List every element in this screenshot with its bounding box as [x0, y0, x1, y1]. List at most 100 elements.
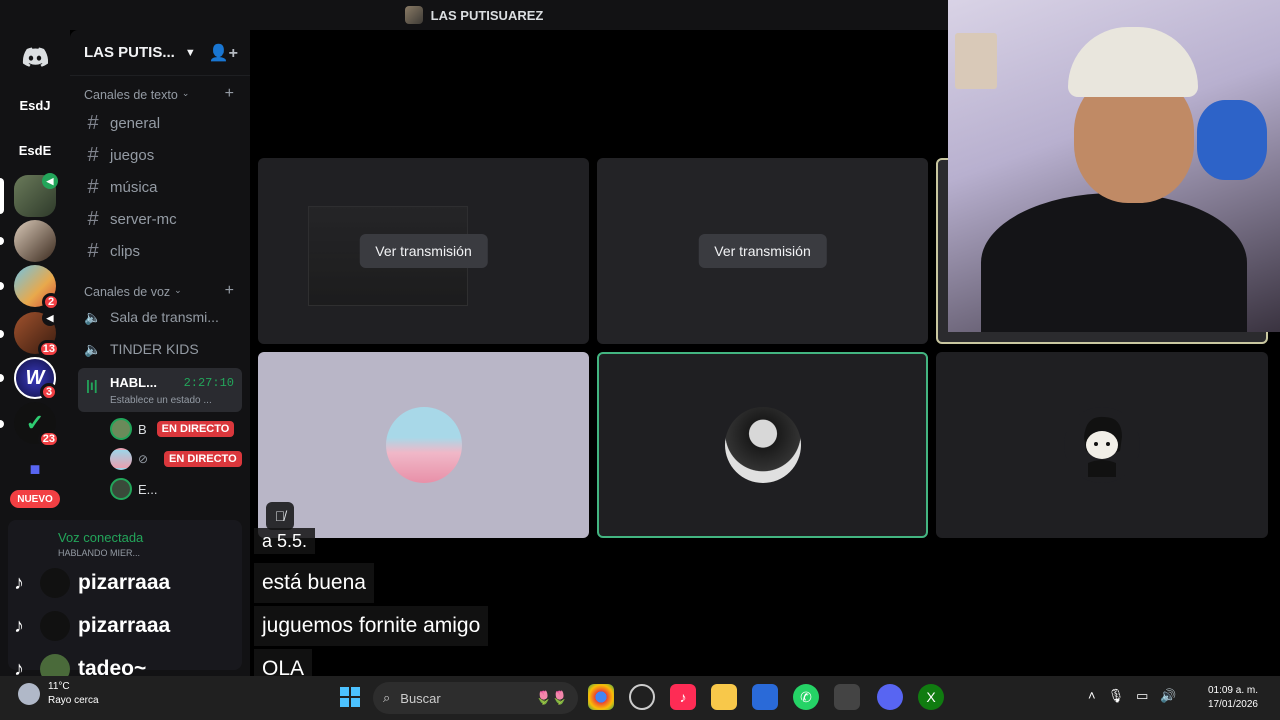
weather-desc: Rayo cerca — [48, 695, 99, 706]
watch-stream-button[interactable]: Ver transmisión — [359, 234, 488, 268]
streamer-cap — [1067, 26, 1198, 97]
plush-toy — [1196, 99, 1267, 180]
streamer-body — [981, 192, 1247, 332]
discord-taskbar-icon[interactable] — [877, 684, 903, 710]
whatsapp-icon[interactable]: ✆ — [793, 684, 819, 710]
unread-pill — [0, 374, 4, 382]
server-esde[interactable]: EsdE — [14, 129, 56, 171]
avatar — [110, 478, 132, 500]
hash-icon: # — [87, 240, 99, 262]
channel-server-mc[interactable]: # server-mc — [84, 208, 176, 231]
channel-label: general — [110, 115, 161, 132]
hash-icon: # — [87, 144, 99, 166]
store-icon[interactable] — [752, 684, 778, 710]
voice-user-name: E... — [138, 481, 158, 497]
network-icon[interactable]: ▭ — [1136, 688, 1148, 704]
tiktok-app-icon[interactable]: ♪ — [670, 684, 696, 710]
weather-icon — [18, 683, 40, 705]
snipping-icon[interactable] — [834, 684, 860, 710]
chat-username: pizarraaa — [78, 571, 171, 594]
category-label: Canales de voz — [84, 285, 171, 299]
mention-badge: 3 — [40, 383, 58, 401]
webcam-overlay — [948, 0, 1280, 332]
new-badge: NUEVO — [10, 490, 60, 508]
active-server-pill — [0, 178, 4, 214]
channel-general[interactable]: # general — [84, 112, 160, 135]
taskbar-search[interactable]: ⌕ Buscar 🌷🌷 — [373, 682, 578, 714]
server-icon-5[interactable]: W3 — [14, 357, 58, 401]
category-label: Canales de texto — [84, 88, 178, 102]
server-esdj[interactable]: EsdJ — [14, 84, 56, 126]
stream-tile-1[interactable]: Ver transmisión — [258, 158, 589, 344]
server-icon — [404, 6, 423, 24]
channel-musica[interactable]: # música — [84, 176, 157, 199]
microphone-icon[interactable]: 🎙 — [1108, 688, 1125, 704]
speaker-icon: 🔈 — [84, 309, 102, 325]
chevron-down-icon: ⌄ — [174, 285, 182, 295]
server-icon-6[interactable]: ✓ 23 — [14, 402, 60, 448]
xbox-icon[interactable]: X — [918, 684, 944, 710]
search-icon: ⌕ — [383, 690, 391, 705]
discord-home-icon[interactable] — [14, 36, 56, 78]
add-member-icon[interactable]: 👤+ — [209, 43, 238, 63]
chevron-down-icon: ▼ — [184, 46, 196, 59]
voice-user[interactable]: E... — [110, 478, 158, 500]
category-voice[interactable]: Canales de voz ⌄ + — [84, 283, 234, 300]
chevron-up-icon[interactable]: ˄ — [1088, 688, 1096, 704]
server-header[interactable]: LAS PUTIS... ▼ 👤+ — [70, 30, 250, 76]
clock[interactable]: 01:09 a. m. 17/01/2026 — [1208, 684, 1258, 712]
obs-icon[interactable] — [629, 684, 655, 710]
watch-stream-button[interactable]: Ver transmisión — [698, 234, 827, 268]
voice-status[interactable]: Establece un estado ... — [110, 395, 230, 406]
speaker-icon: 🔈 — [84, 341, 102, 357]
server-icon-1[interactable]: ◀ — [14, 173, 58, 217]
weather-widget[interactable]: 11°C Rayo cerca — [18, 680, 99, 708]
tiktok-icon: ♪ — [14, 571, 24, 594]
voice-channel-name: HABL... — [110, 375, 157, 390]
voice-timer: 2:27:10 — [183, 376, 234, 390]
file-explorer-icon[interactable] — [711, 684, 737, 710]
server-icon-4[interactable]: ◀ 13 — [14, 310, 60, 358]
mention-badge: 13 — [37, 340, 60, 358]
voice-user[interactable]: ⊘ EN DIRECTO — [110, 448, 242, 470]
start-icon[interactable] — [337, 684, 363, 710]
speaker-icon: ◀ — [42, 173, 58, 189]
hash-icon: # — [87, 176, 99, 198]
category-text[interactable]: Canales de texto ⌄ + — [84, 86, 234, 103]
chat-user-row: ♪ pizarraaa — [6, 611, 170, 641]
avatar — [1064, 407, 1140, 483]
user-tile-1[interactable]: 🎙̸ — [258, 352, 589, 538]
search-placeholder: Buscar — [400, 690, 441, 706]
stream-tile-2[interactable]: Ver transmisión — [597, 158, 928, 344]
channel-label: juegos — [110, 147, 155, 164]
channel-juegos[interactable]: # juegos — [84, 144, 154, 167]
mention-badge: 23 — [37, 430, 60, 448]
voice-channel-tinder[interactable]: 🔈 TINDER KIDS — [84, 341, 199, 357]
voice-user[interactable]: B EN DIRECTO — [110, 418, 235, 440]
system-tray: ˄ 🎙 ▭ 🔊 — [1088, 688, 1177, 704]
chat-message-partial: a 5.5. — [254, 528, 316, 554]
chevron-down-icon: ⌄ — [181, 88, 190, 98]
channel-clips[interactable]: # clips — [84, 240, 140, 263]
unread-pill — [0, 420, 4, 428]
add-channel-icon[interactable]: + — [225, 86, 234, 102]
chat-message: está buena — [254, 563, 374, 603]
voice-user-name: B — [138, 421, 147, 437]
voice-channel-sala[interactable]: 🔈 Sala de transmi... — [84, 309, 219, 325]
server-esdj-label: EsdJ — [19, 97, 51, 113]
chat-username: pizarraaa — [78, 614, 171, 637]
avatar — [724, 407, 801, 483]
chat-user-row: ♪ pizarraaa — [6, 568, 170, 598]
tulips-icon: 🌷🌷 — [535, 690, 568, 705]
server-icon-2[interactable] — [14, 220, 56, 262]
volume-icon[interactable]: 🔊 — [1160, 688, 1176, 704]
server-icon-3[interactable]: 2 — [14, 265, 60, 311]
weather-temp: 11°C — [48, 681, 70, 692]
folder-icon[interactable]: ■ — [14, 448, 56, 490]
chrome-icon[interactable] — [588, 684, 614, 710]
user-tile-3[interactable] — [936, 352, 1268, 538]
add-channel-icon[interactable]: + — [225, 283, 234, 299]
voice-channel-active[interactable]: |ı| HABL... 2:27:10 Establece un estado … — [78, 368, 242, 412]
user-tile-2[interactable] — [597, 352, 928, 538]
clock-date: 17/01/2026 — [1207, 699, 1258, 710]
